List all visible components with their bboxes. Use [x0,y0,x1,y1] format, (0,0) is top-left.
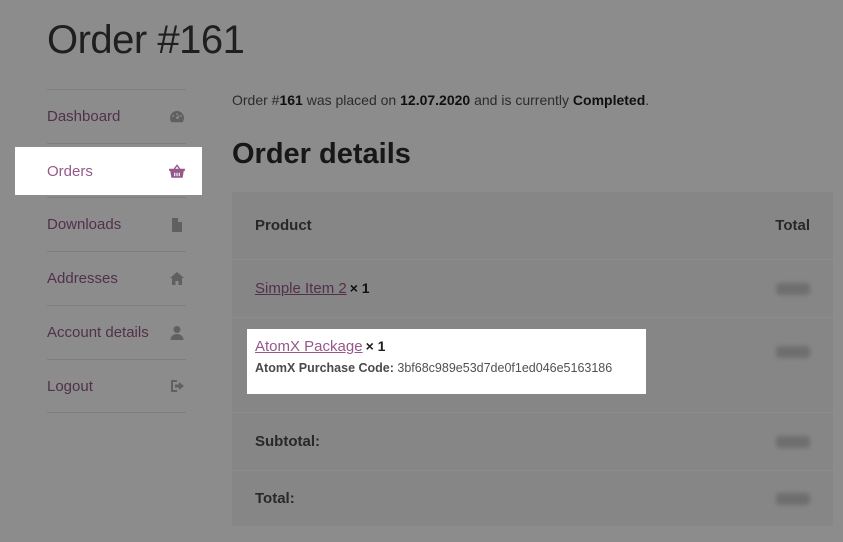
basket-icon [169,164,185,178]
home-icon [168,270,186,288]
total-label: Total: [255,490,295,507]
nav-item-label: Logout [47,377,93,395]
table-header-row: Product Total [232,192,833,260]
column-header-product: Product [255,217,312,234]
blurred-price [776,435,810,448]
blurred-price [776,282,810,295]
table-row: Simple Item 2 × 1 [232,260,833,318]
purchase-code: AtomX Purchase Code: 3bf68c989e53d7de0f1… [255,361,638,375]
subtotal-row: Subtotal: [232,413,833,471]
file-icon [168,216,186,234]
nav-item-label: Addresses [47,270,118,287]
product-link[interactable]: Simple Item 2 [255,280,347,297]
atomx-item-highlight: AtomX Package × 1 AtomX Purchase Code: 3b… [247,329,646,394]
dashboard-icon [168,108,186,126]
purchase-code-label: AtomX Purchase Code: [255,361,394,375]
page-title: Order #161 [47,18,245,62]
product-link[interactable]: AtomX Package [255,338,363,355]
nav-item-account-details[interactable]: Account details [47,305,186,359]
summary-text: Order # [232,92,280,108]
order-details-heading: Order details [232,138,411,170]
product-quantity: × 1 [349,280,370,296]
product-cell: Simple Item 2 × 1 [255,280,370,297]
orders-highlight[interactable]: Orders [15,147,202,195]
blurred-price [776,346,810,358]
user-icon [168,324,186,342]
summary-text: and is currently [470,92,573,108]
order-number: 161 [279,92,303,108]
column-header-total: Total [775,217,810,234]
blurred-price [776,492,810,505]
logout-icon [168,377,186,395]
account-navigation: Dashboard Orders Downloads Addresses Acc… [47,89,186,413]
nav-item-dashboard[interactable]: Dashboard [47,89,186,143]
nav-item-label: Downloads [47,216,122,233]
order-summary: Order #161 was placed on 12.07.2020 and … [232,92,649,108]
summary-text: . [645,92,650,108]
purchase-code-value: 3bf68c989e53d7de0f1ed046e5163186 [397,361,613,375]
order-date: 12.07.2020 [400,92,471,108]
subtotal-label: Subtotal: [255,433,320,450]
summary-text: was placed on [302,92,401,108]
total-row: Total: [232,471,833,527]
product-quantity: × 1 [365,338,386,354]
nav-item-label: Account details [47,324,149,341]
nav-item-logout[interactable]: Logout [47,359,186,413]
product-line: AtomX Package × 1 [255,338,638,355]
order-status: Completed [572,92,646,108]
nav-item-addresses[interactable]: Addresses [47,251,186,305]
nav-item-label: Orders [47,162,93,180]
nav-item-label: Dashboard [47,108,121,125]
nav-item-downloads[interactable]: Downloads [47,197,186,251]
